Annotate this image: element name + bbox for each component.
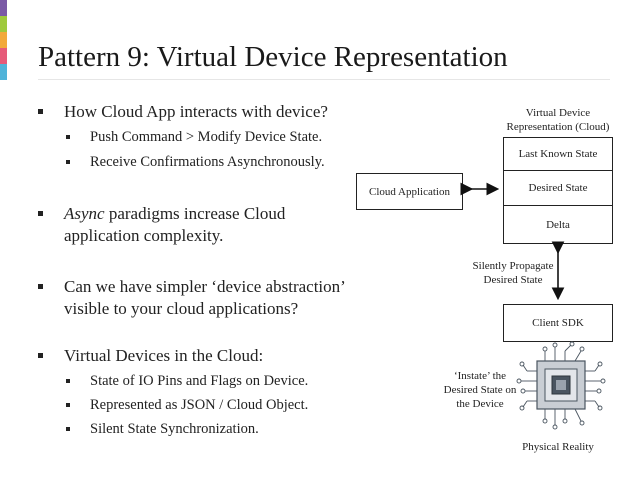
microchip-icon [516, 341, 606, 430]
diagram-connectors [460, 182, 606, 430]
